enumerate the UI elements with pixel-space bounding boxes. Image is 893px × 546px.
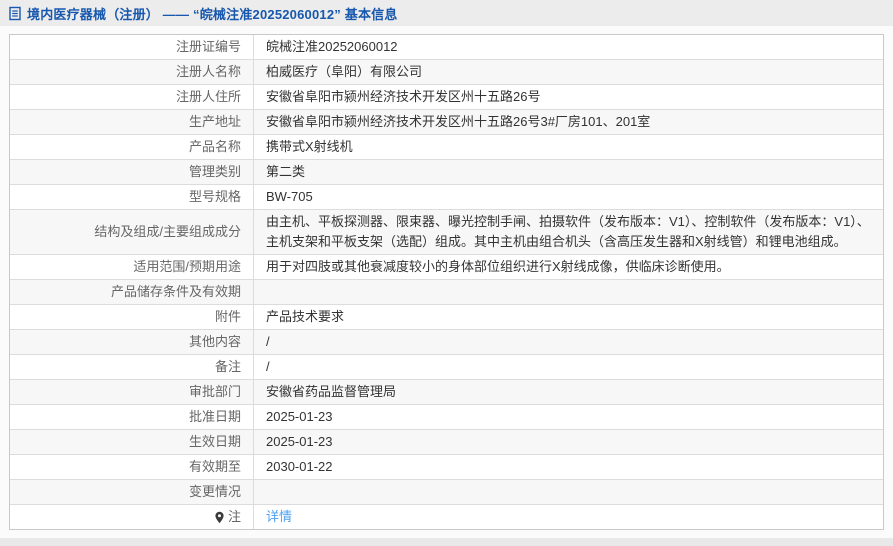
row-value: 2025-01-23 [266, 434, 333, 449]
row-label-text: 批准日期 [188, 409, 241, 424]
row-value: 用于对四肢或其他衰减度较小的身体部位组织进行X射线成像，供临床诊断使用。 [266, 259, 730, 274]
row-value: 2030-01-22 [266, 459, 333, 474]
row-label: 型号规格 [10, 185, 254, 209]
title-bar: 境内医疗器械（注册） —— “皖械注准20252060012” 基本信息 [0, 0, 893, 26]
row-value: 产品技术要求 [266, 309, 345, 324]
row-label-text: 管理类别 [188, 164, 241, 179]
row-value: 安徽省药品监督管理局 [266, 384, 397, 399]
table-row: 型号规格 BW-705 [10, 185, 883, 210]
row-label: 产品名称 [10, 135, 254, 159]
row-value: 2025-01-23 [266, 409, 333, 424]
table-row: 注册人住所 安徽省阜阳市颍州经济技术开发区州十五路26号 [10, 85, 883, 110]
row-label-text: 附件 [214, 309, 241, 324]
row-value: 安徽省阜阳市颍州经济技术开发区州十五路26号3#厂房101、201室 [266, 114, 651, 129]
row-value [254, 280, 883, 304]
row-label-text: 注册人住所 [175, 89, 241, 104]
row-value [254, 480, 883, 504]
table-row: 变更情况 [10, 480, 883, 505]
row-label-text: 产品储存条件及有效期 [110, 284, 241, 299]
row-value: / [266, 334, 270, 349]
row-label-text: 生产地址 [188, 114, 241, 129]
table-row: 审批部门 安徽省药品监督管理局 [10, 380, 883, 405]
row-label: 附件 [10, 305, 254, 329]
table-row: 附件 产品技术要求 [10, 305, 883, 330]
content-area: 注册证编号 皖械注准20252060012 注册人名称 柏威医疗（阜阳）有限公司 [0, 26, 893, 538]
row-value: 由主机、平板探测器、限束器、曝光控制手闸、拍摄软件（发布版本：V1）、控制软件（… [266, 214, 870, 249]
row-value: 皖械注准20252060012 [266, 39, 398, 54]
row-value: 柏威医疗（阜阳）有限公司 [266, 64, 423, 79]
row-label-text: 注 [227, 509, 241, 524]
table-row: 注册人名称 柏威医疗（阜阳）有限公司 [10, 60, 883, 85]
row-label: 结构及组成/主要组成成分 [10, 210, 254, 254]
row-value: / [266, 359, 270, 374]
row-label: 审批部门 [10, 380, 254, 404]
row-label: 注册人名称 [10, 60, 254, 84]
row-value: 携带式X射线机 [266, 139, 353, 154]
row-label-text: 适用范围/预期用途 [133, 259, 241, 274]
row-label: 生效日期 [10, 430, 254, 454]
table-row: 批准日期 2025-01-23 [10, 405, 883, 430]
table-row: 产品名称 携带式X射线机 [10, 135, 883, 160]
row-label: 生产地址 [10, 110, 254, 134]
document-icon [8, 6, 22, 21]
row-label: 变更情况 [10, 480, 254, 504]
row-label-text: 审批部门 [188, 384, 241, 399]
row-label: 注 [10, 505, 254, 529]
row-label: 注册人住所 [10, 85, 254, 109]
row-label-text: 结构及组成/主要组成成分 [94, 224, 241, 239]
info-table: 注册证编号 皖械注准20252060012 注册人名称 柏威医疗（阜阳）有限公司 [9, 34, 884, 530]
page-title: 境内医疗器械（注册） —— “皖械注准20252060012” 基本信息 [27, 6, 398, 22]
table-row: 产品储存条件及有效期 [10, 280, 883, 305]
row-value: 第二类 [266, 164, 306, 179]
row-label: 适用范围/预期用途 [10, 255, 254, 279]
row-label: 管理类别 [10, 160, 254, 184]
row-label-text: 产品名称 [188, 139, 241, 154]
row-label-text: 生效日期 [188, 434, 241, 449]
detail-link[interactable]: 详情 [266, 507, 292, 527]
table-row: 注册证编号 皖械注准20252060012 [10, 35, 883, 60]
table-row: 适用范围/预期用途 用于对四肢或其他衰减度较小的身体部位组织进行X射线成像，供临… [10, 255, 883, 280]
pin-icon [214, 511, 225, 524]
row-value: 安徽省阜阳市颍州经济技术开发区州十五路26号 [266, 89, 541, 104]
table-row: 注 详情 [10, 505, 883, 529]
table-row: 管理类别 第二类 [10, 160, 883, 185]
row-label-text: 有效期至 [188, 459, 241, 474]
table-row: 备注 / [10, 355, 883, 380]
row-label-text: 注册人名称 [175, 64, 241, 79]
table-row: 结构及组成/主要组成成分 由主机、平板探测器、限束器、曝光控制手闸、拍摄软件（发… [10, 210, 883, 255]
row-value: 详情 [254, 505, 883, 529]
table-row: 生产地址 安徽省阜阳市颍州经济技术开发区州十五路26号3#厂房101、201室 [10, 110, 883, 135]
row-value: BW-705 [266, 189, 313, 204]
row-label: 其他内容 [10, 330, 254, 354]
row-label: 备注 [10, 355, 254, 379]
row-label: 产品储存条件及有效期 [10, 280, 254, 304]
row-label-text: 备注 [214, 359, 241, 374]
row-label: 批准日期 [10, 405, 254, 429]
row-label-text: 变更情况 [188, 484, 241, 499]
row-label: 有效期至 [10, 455, 254, 479]
row-label-text: 其他内容 [188, 334, 241, 349]
row-label-text: 型号规格 [188, 189, 241, 204]
row-label-text: 注册证编号 [175, 39, 241, 54]
table-row: 生效日期 2025-01-23 [10, 430, 883, 455]
row-label: 注册证编号 [10, 35, 254, 59]
table-row: 有效期至 2030-01-22 [10, 455, 883, 480]
table-row: 其他内容 / [10, 330, 883, 355]
